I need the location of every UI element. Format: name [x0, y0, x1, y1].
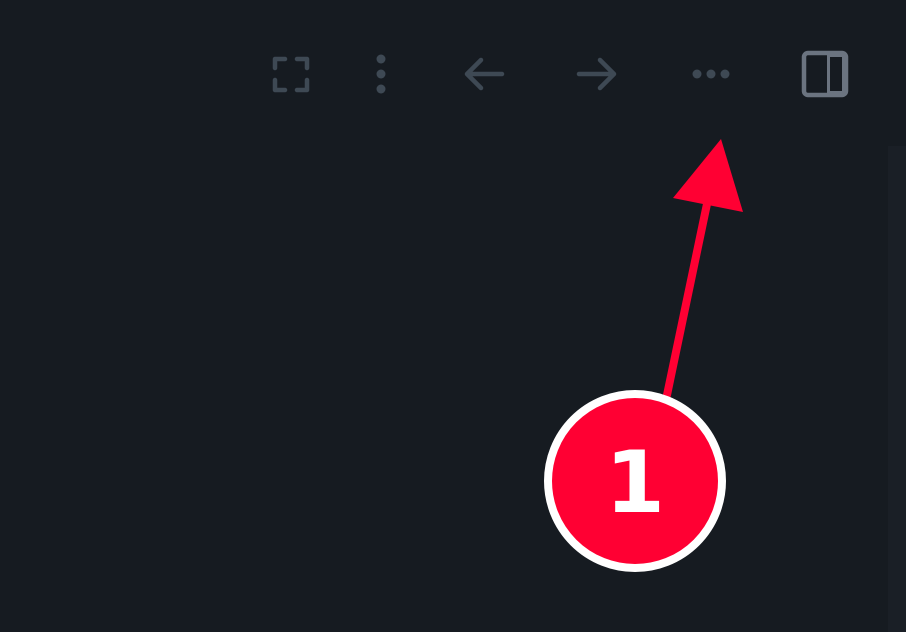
forward-button[interactable]: [568, 44, 628, 104]
toggle-sidebar-button[interactable]: [795, 44, 855, 104]
arrow-right-icon: [576, 57, 617, 91]
back-button[interactable]: [453, 44, 513, 104]
more-options-button[interactable]: [681, 44, 741, 104]
horizontal-more-icon: [692, 69, 730, 79]
sidebar-panel-icon: [801, 50, 849, 98]
fullscreen-button[interactable]: [261, 44, 321, 104]
top-toolbar: [0, 0, 906, 146]
fullscreen-icon: [272, 56, 310, 93]
vertical-more-icon: [376, 54, 386, 94]
arrow-left-icon: [464, 57, 505, 91]
step-badge: 1: [544, 390, 726, 572]
right-side-panel: [888, 146, 906, 632]
app-window: 1: [0, 0, 906, 632]
vertical-more-button[interactable]: [351, 44, 411, 104]
step-number: 1: [605, 433, 665, 533]
